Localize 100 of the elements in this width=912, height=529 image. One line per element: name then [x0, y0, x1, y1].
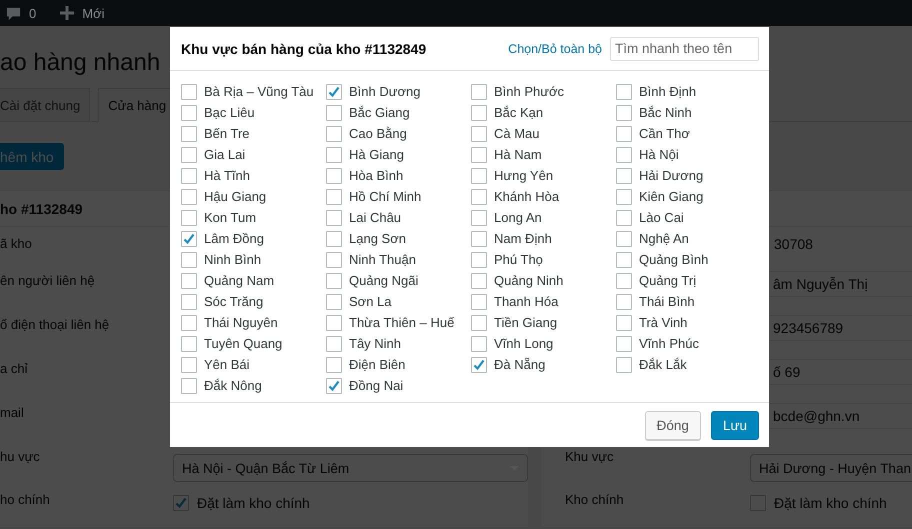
checkbox[interactable] — [181, 356, 197, 372]
checkbox[interactable] — [326, 294, 342, 310]
checkbox-label: Đặt làm kho chính — [197, 495, 310, 511]
checkbox[interactable] — [181, 84, 197, 100]
checkbox-label: Lai Châu — [349, 210, 402, 225]
checkbox-label: Hưng Yên — [494, 168, 554, 183]
checkbox[interactable] — [616, 146, 632, 162]
checkbox[interactable] — [471, 210, 487, 226]
checkbox[interactable] — [181, 126, 197, 142]
checkbox-label: Hải Dương — [639, 168, 704, 183]
close-button[interactable]: Đóng — [644, 410, 701, 440]
checkbox-label: Tây Ninh — [349, 336, 402, 351]
checkbox-label: Hậu Giang — [204, 189, 266, 204]
checkbox[interactable] — [471, 272, 487, 288]
checkbox[interactable] — [326, 104, 342, 120]
checkbox[interactable] — [471, 84, 487, 100]
checkbox[interactable] — [471, 104, 487, 120]
plus-icon[interactable] — [60, 6, 74, 20]
field-label: hu vực — [0, 448, 41, 464]
checkbox[interactable] — [616, 104, 632, 120]
checkbox-label: Bắc Giang — [349, 105, 410, 120]
region-select[interactable]: Hải Dương - Huyện Than — [750, 454, 912, 482]
checkbox[interactable] — [616, 84, 632, 100]
checkbox-label: Bạc Liêu — [204, 105, 255, 120]
checkbox-label: Thừa Thiên – Huế — [349, 315, 454, 330]
checkbox[interactable] — [181, 146, 197, 162]
checkbox[interactable] — [616, 252, 632, 268]
save-button[interactable]: Lưu — [710, 410, 759, 440]
checkbox[interactable] — [471, 188, 487, 204]
checkbox-label: Lào Cai — [639, 210, 684, 225]
checkbox[interactable] — [616, 314, 632, 330]
checkbox[interactable] — [616, 126, 632, 142]
checkbox[interactable] — [173, 495, 189, 511]
checkbox-label: Thanh Hóa — [494, 294, 558, 309]
checkbox-label: Ninh Thuận — [349, 252, 416, 267]
checkbox[interactable] — [471, 126, 487, 142]
text-field[interactable]: ố 69 — [770, 359, 912, 385]
checkbox[interactable] — [471, 314, 487, 330]
checkbox[interactable] — [471, 230, 487, 246]
checkbox-label: Vĩnh Long — [494, 336, 554, 351]
checkbox[interactable] — [616, 356, 632, 372]
checkbox[interactable] — [616, 210, 632, 226]
checkbox[interactable] — [326, 168, 342, 184]
checkbox-label: Bình Định — [639, 84, 696, 99]
checkbox-label: Thái Bình — [639, 294, 695, 309]
checkbox[interactable] — [326, 252, 342, 268]
checkbox[interactable] — [181, 210, 197, 226]
text-field[interactable]: 923456789 — [770, 315, 912, 341]
checkbox[interactable] — [471, 146, 487, 162]
search-field[interactable]: Tìm nhanh theo tên — [610, 36, 759, 60]
checkbox[interactable] — [181, 104, 197, 120]
checkbox-label: Đắk Lắk — [639, 357, 687, 372]
checkbox[interactable] — [616, 294, 632, 310]
checkbox[interactable] — [181, 168, 197, 184]
checkbox[interactable] — [326, 356, 342, 372]
page-title: ao hàng nhanh — [0, 49, 160, 77]
checkbox[interactable] — [326, 314, 342, 330]
checkbox[interactable] — [471, 356, 487, 372]
checkbox-label: Đà Nẵng — [494, 357, 546, 372]
checkbox[interactable] — [471, 168, 487, 184]
add-warehouse-button[interactable]: hêm kho — [0, 143, 64, 170]
checkbox[interactable] — [326, 146, 342, 162]
checkbox[interactable] — [471, 336, 487, 352]
checkbox[interactable] — [181, 252, 197, 268]
checkbox[interactable] — [326, 272, 342, 288]
select-all-link[interactable]: Chọn/Bỏ toàn bộ — [508, 42, 602, 56]
checkbox[interactable] — [471, 252, 487, 268]
checkbox[interactable] — [326, 336, 342, 352]
checkbox[interactable] — [326, 230, 342, 246]
checkbox[interactable] — [616, 230, 632, 246]
checkbox-label: Bình Phước — [494, 84, 564, 99]
checkbox[interactable] — [181, 378, 197, 394]
checkbox[interactable] — [326, 188, 342, 204]
checkbox-label: Vĩnh Phúc — [639, 336, 699, 351]
checkbox[interactable] — [326, 84, 342, 100]
speech-bubble-icon[interactable] — [6, 6, 21, 20]
checkbox-label: Quảng Bình — [639, 252, 708, 267]
checkbox[interactable] — [181, 230, 197, 246]
checkbox-label: Đặt làm kho chính — [774, 495, 887, 511]
checkbox[interactable] — [616, 188, 632, 204]
checkbox-label: Kiên Giang — [639, 189, 704, 204]
checkbox[interactable] — [326, 126, 342, 142]
checkbox-label: Tuyên Quang — [204, 336, 282, 351]
region-select[interactable]: Hà Nội - Quận Bắc Từ Liêm — [173, 454, 528, 482]
checkbox[interactable] — [616, 168, 632, 184]
field-label: mail — [0, 404, 25, 420]
checkbox[interactable] — [326, 378, 342, 394]
checkbox[interactable] — [181, 336, 197, 352]
checkbox-label: Sóc Trăng — [204, 294, 264, 309]
checkbox[interactable] — [326, 210, 342, 226]
checkbox[interactable] — [181, 314, 197, 330]
checkbox[interactable] — [616, 336, 632, 352]
text-field[interactable]: bcde@ghn.vn — [770, 403, 912, 429]
text-field[interactable]: âm Nguyễn Thị — [770, 271, 912, 297]
new-menu-label[interactable]: Mới — [82, 6, 104, 20]
checkbox[interactable] — [181, 188, 197, 204]
checkbox[interactable] — [471, 294, 487, 310]
checkbox[interactable] — [181, 272, 197, 288]
checkbox[interactable] — [616, 272, 632, 288]
checkbox[interactable] — [181, 294, 197, 310]
